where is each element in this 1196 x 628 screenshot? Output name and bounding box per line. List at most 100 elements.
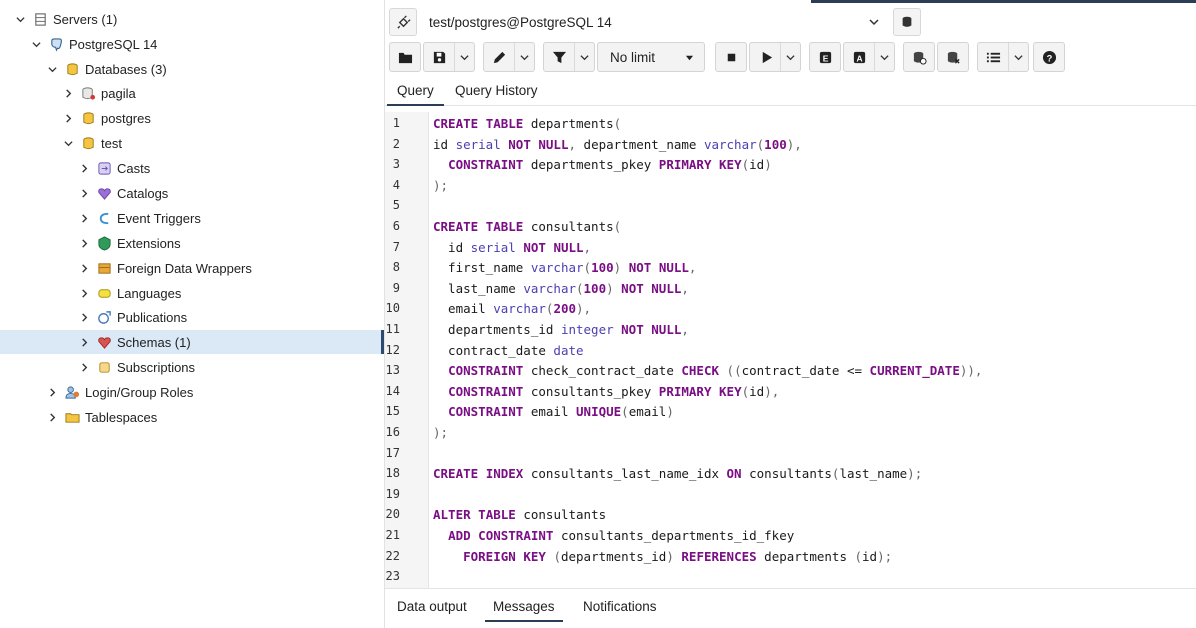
chevron-right-icon[interactable] — [78, 361, 90, 373]
chevron-right-icon[interactable] — [78, 336, 90, 348]
connection-bar: test/postgres@PostgreSQL 14 — [389, 8, 925, 36]
line-number: 3 — [392, 157, 400, 172]
rollback-icon — [947, 51, 960, 64]
macros-button[interactable] — [977, 42, 1029, 72]
filter-icon — [552, 51, 567, 63]
chevron-right-icon[interactable] — [78, 187, 90, 199]
tree-item-label: Publications — [117, 309, 188, 325]
tree-item-subscriptions[interactable]: Subscriptions — [0, 355, 384, 379]
code-line: ADD CONSTRAINT consultants_departments_i… — [448, 528, 795, 543]
tree-item-label: Tablespaces — [85, 409, 158, 425]
tree-item-foreign-data-wrappers[interactable]: Foreign Data Wrappers — [0, 256, 384, 280]
tree-item-label: Databases (3) — [85, 61, 167, 77]
database-icon — [902, 16, 912, 27]
filter-button[interactable] — [543, 42, 595, 72]
row-limit-value: No limit — [610, 50, 656, 65]
tree-item-pagila[interactable]: pagila — [0, 81, 384, 105]
line-number: 12 — [385, 342, 400, 357]
chevron-right-icon[interactable] — [78, 311, 90, 323]
chevron-right-icon[interactable] — [46, 386, 58, 398]
tree-item-casts[interactable]: Casts — [0, 156, 384, 180]
svg-text:A: A — [856, 53, 862, 63]
code-line: FOREIGN KEY (departments_id) REFERENCES … — [463, 548, 893, 564]
chevron-right-icon[interactable] — [62, 87, 74, 99]
tree-item-label: postgres — [101, 110, 151, 126]
execute-button[interactable] — [749, 42, 801, 72]
chevron-down-icon[interactable] — [30, 38, 42, 50]
row-limit-select[interactable]: No limit — [597, 42, 705, 72]
chevron-right-icon[interactable] — [78, 262, 90, 274]
chevron-right-icon[interactable] — [78, 162, 90, 174]
open-file-button[interactable] — [389, 42, 421, 72]
tree-item-extensions[interactable]: Extensions — [0, 231, 384, 255]
tree-item-label: Foreign Data Wrappers — [117, 260, 252, 276]
new-connection-button[interactable] — [893, 8, 921, 36]
tree-item-tablespaces[interactable]: Tablespaces — [0, 405, 384, 429]
code-line: ); — [433, 177, 449, 193]
connection-label: test/postgres@PostgreSQL 14 — [429, 14, 612, 30]
tree-item-test[interactable]: test — [0, 131, 384, 155]
connection-status-button[interactable] — [389, 8, 417, 36]
chevron-right-icon[interactable] — [78, 212, 90, 224]
tab-query[interactable]: Query — [387, 78, 444, 106]
tree-item-servers[interactable]: Servers (1) — [0, 7, 384, 31]
chevron-down-icon[interactable] — [46, 63, 58, 75]
code-line: ); — [433, 425, 449, 440]
tab-query-history[interactable]: Query History — [445, 78, 548, 106]
edit-button[interactable] — [483, 42, 535, 72]
line-number: 19 — [385, 486, 400, 501]
rollback-button[interactable] — [937, 42, 969, 72]
chevron-down-icon[interactable] — [14, 13, 26, 25]
line-number: 21 — [385, 528, 400, 542]
line-number: 4 — [392, 177, 400, 192]
chevron-down-icon[interactable] — [62, 137, 74, 149]
tree-item-postgresql-14[interactable]: PostgreSQL 14 — [0, 32, 384, 56]
explain-button[interactable]: E — [809, 42, 841, 72]
tree-item-languages[interactable]: Languages — [0, 281, 384, 305]
sql-editor[interactable]: 1 2 3 4 5 6 7 8 9 10 11 12 13 14 15 16 17 18 19 20 21 22 23 CR… — [385, 112, 1196, 588]
code-line: first_name varchar(100) NOT NULL, — [433, 260, 697, 276]
tab-data-output[interactable]: Data output — [389, 594, 475, 622]
line-number: 6 — [392, 219, 400, 233]
explain-analyze-button[interactable]: A — [843, 42, 895, 72]
chevron-right-icon[interactable] — [46, 411, 58, 423]
tree-item-databases[interactable]: Databases (3) — [0, 57, 384, 81]
chevron-down-icon[interactable] — [780, 43, 800, 71]
save-icon — [433, 51, 446, 63]
help-button[interactable]: ? — [1033, 42, 1065, 72]
chevron-down-icon[interactable] — [574, 43, 594, 71]
active-panel-indicator — [811, 0, 1196, 3]
stop-button[interactable] — [715, 42, 747, 72]
tab-messages[interactable]: Messages — [485, 594, 563, 622]
code-line: id serial NOT NULL, — [433, 239, 592, 255]
tab-notifications[interactable]: Notifications — [575, 594, 665, 622]
tree-item-schemas[interactable]: Schemas (1) — [0, 330, 384, 354]
tree-item-postgres[interactable]: postgres — [0, 106, 384, 130]
tree-item-login-group-roles[interactable]: Login/Group Roles — [0, 380, 384, 404]
tree-item-catalogs[interactable]: Catalogs — [0, 181, 384, 205]
line-number: 17 — [385, 445, 400, 460]
line-number: 2 — [392, 136, 400, 151]
database-disconnected-icon — [80, 85, 96, 101]
chevron-down-icon[interactable] — [454, 43, 474, 71]
chevron-right-icon[interactable] — [78, 287, 90, 299]
code-line: CONSTRAINT check_contract_date CHECK ((c… — [448, 363, 983, 379]
commit-button[interactable] — [903, 42, 935, 72]
chevron-right-icon[interactable] — [78, 237, 90, 249]
tree-item-event-triggers[interactable]: Event Triggers — [0, 206, 384, 230]
chevron-down-icon[interactable] — [514, 43, 534, 71]
line-number: 8 — [392, 260, 400, 275]
connection-select[interactable]: test/postgres@PostgreSQL 14 — [425, 8, 885, 36]
code-line: CONSTRAINT consultants_pkey PRIMARY KEY(… — [448, 383, 780, 399]
chevron-right-icon[interactable] — [62, 112, 74, 124]
save-file-button[interactable] — [423, 42, 475, 72]
chevron-down-icon[interactable] — [874, 43, 894, 71]
servers-icon — [32, 11, 48, 27]
tree-item-label: pagila — [101, 85, 136, 101]
chevron-down-icon[interactable] — [1008, 43, 1028, 71]
line-number: 5 — [392, 198, 400, 213]
object-explorer-tree: Servers (1) PostgreSQL 14 Databases (3) … — [0, 0, 384, 628]
schemas-icon — [96, 334, 112, 350]
explain-icon: E — [819, 51, 831, 63]
tree-item-publications[interactable]: Publications — [0, 305, 384, 329]
